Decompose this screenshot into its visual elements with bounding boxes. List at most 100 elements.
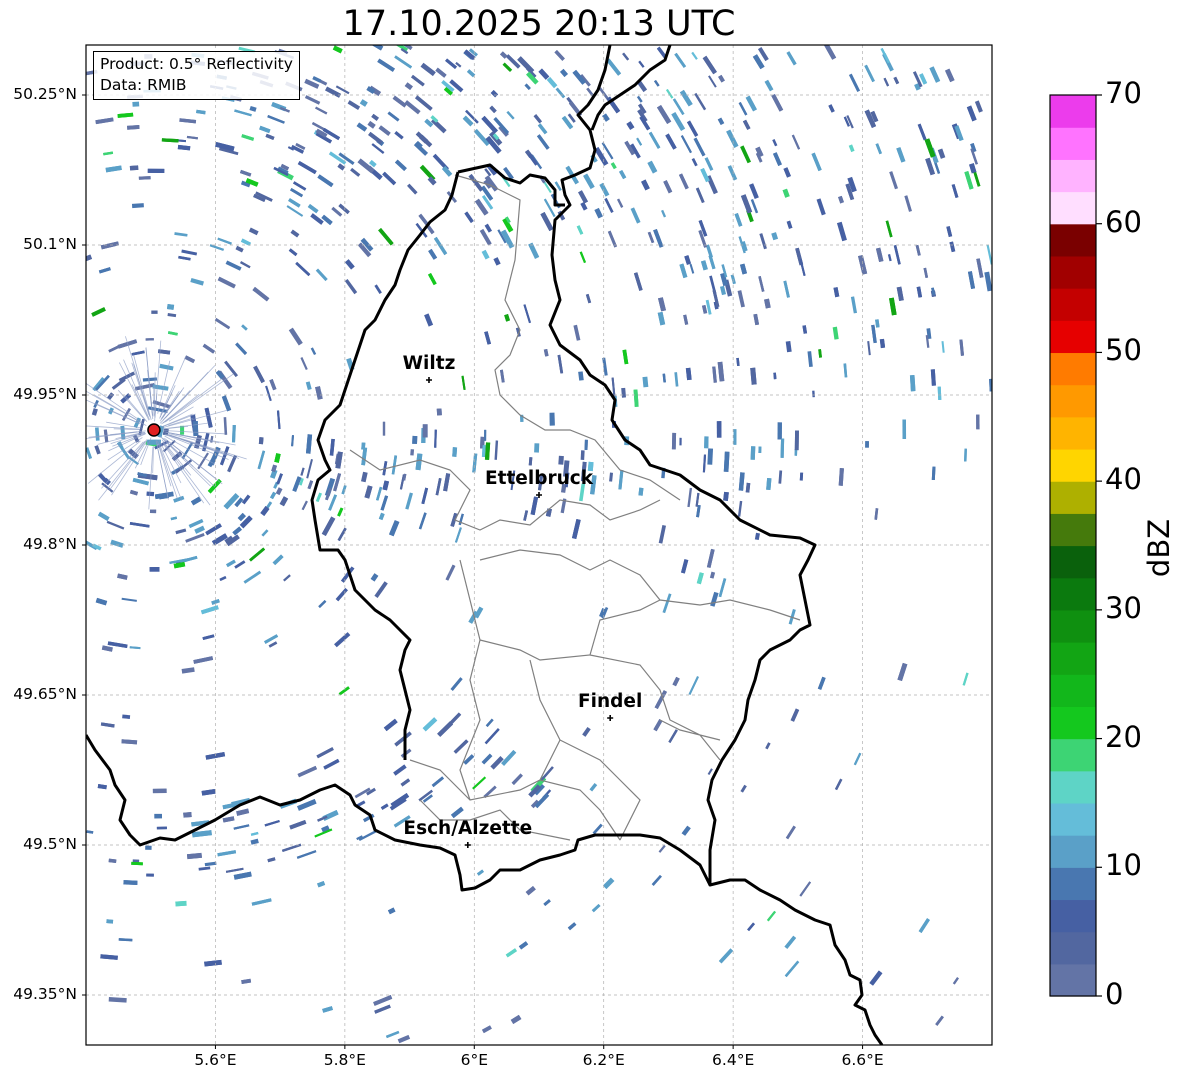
echo-cell xyxy=(658,297,666,312)
echo-cell xyxy=(361,471,368,483)
colorbar-segment xyxy=(1050,738,1096,772)
echo-cell xyxy=(780,438,785,458)
colorbar-segment xyxy=(1050,288,1096,321)
echo-cell xyxy=(101,645,113,652)
echo-cell xyxy=(771,232,779,241)
echo-cell xyxy=(192,421,199,437)
echo-cell xyxy=(181,667,195,674)
colorbar-tick-label: 0 xyxy=(1105,977,1124,1011)
colorbar-segment xyxy=(1050,223,1096,257)
colorbar-segment xyxy=(1050,674,1096,707)
city-label: Findel xyxy=(578,691,643,712)
echo-cell xyxy=(838,195,844,204)
echo-cell xyxy=(129,646,141,650)
echo-cell xyxy=(926,328,932,340)
echo-cell xyxy=(480,436,485,449)
echo-cell xyxy=(764,298,771,309)
echo-cell xyxy=(931,466,936,480)
echo-cell xyxy=(97,784,107,790)
colorbar-segment xyxy=(1050,835,1096,868)
echo-cell xyxy=(578,371,584,381)
echo-cell xyxy=(750,446,756,460)
echo-cell xyxy=(335,451,343,469)
echo-cell xyxy=(258,437,264,445)
colorbar-segment xyxy=(1050,320,1096,354)
echo-cell xyxy=(696,504,701,518)
echo-cell xyxy=(122,714,131,719)
echo-cell xyxy=(161,138,179,143)
echo-cell xyxy=(754,532,760,541)
echo-cell xyxy=(889,297,897,316)
echo-cell xyxy=(131,203,144,209)
echo-cell xyxy=(618,469,624,490)
echo-cell xyxy=(382,480,390,491)
colorbar-segment xyxy=(1050,706,1096,740)
echo-cell xyxy=(274,453,281,463)
echo-cell xyxy=(494,440,499,460)
lat-tick-label: 49.8°N xyxy=(23,535,77,553)
echo-cell xyxy=(123,880,138,886)
echo-cell xyxy=(370,573,379,582)
echo-cell xyxy=(843,363,848,378)
colorbar-segment xyxy=(1050,609,1096,643)
radar-map[interactable] xyxy=(0,0,1184,1081)
echo-cell xyxy=(499,369,505,383)
echo-cell xyxy=(404,82,413,91)
echo-cell xyxy=(118,938,133,942)
echo-cell xyxy=(106,919,114,924)
echo-cell xyxy=(249,105,257,112)
echo-cell xyxy=(121,739,138,745)
echo-cell xyxy=(887,254,892,262)
echo-cell xyxy=(94,427,100,441)
echo-cell xyxy=(276,410,281,430)
echo-cell xyxy=(750,367,757,385)
echo-cell xyxy=(930,369,936,386)
lon-tick-label: 6.6°E xyxy=(841,1051,884,1069)
echo-cell xyxy=(848,144,855,153)
echo-cell xyxy=(100,954,118,960)
echo-cell xyxy=(707,448,714,465)
echo-cell xyxy=(528,457,533,466)
echo-cell xyxy=(204,959,222,967)
product-label: Product: 0.5° Reflectivity xyxy=(100,55,293,73)
lat-tick-label: 49.35°N xyxy=(13,985,77,1003)
echo-cell xyxy=(753,313,760,326)
echo-cell xyxy=(818,349,822,358)
echo-cell xyxy=(305,434,313,454)
lon-tick-label: 5.8°E xyxy=(323,1051,366,1069)
colorbar-segment xyxy=(1050,416,1096,450)
colorbar-tick-label: 50 xyxy=(1105,333,1142,368)
echo-cell xyxy=(896,286,904,302)
echo-cell xyxy=(712,366,717,383)
colorbar-label: dBZ xyxy=(1142,518,1176,578)
echo-cell xyxy=(786,220,793,229)
data-source-label: Data: RMIB xyxy=(100,76,187,94)
colorbar-segment xyxy=(1050,802,1096,836)
echo-cell xyxy=(452,447,458,457)
echo-cell xyxy=(177,144,191,151)
echo-cell xyxy=(719,285,727,296)
echo-cell xyxy=(685,367,692,381)
echo-cell xyxy=(291,435,294,447)
echo-cell xyxy=(969,163,977,174)
echo-cell xyxy=(807,351,813,368)
echo-cell xyxy=(186,135,198,140)
echo-cell xyxy=(941,341,945,353)
echo-cell xyxy=(108,997,127,1003)
colorbar-segment xyxy=(1050,513,1096,547)
echo-cell xyxy=(364,485,373,499)
echo-cell xyxy=(782,188,790,198)
echo-cell xyxy=(159,363,174,371)
echo-cell xyxy=(129,489,139,496)
radar-site-marker[interactable] xyxy=(147,423,161,437)
echo-cell xyxy=(832,326,839,340)
echo-cell xyxy=(638,487,644,496)
echo-cell xyxy=(117,112,134,118)
colorbar-tick-label: 70 xyxy=(1105,76,1142,110)
echo-cell xyxy=(233,871,252,880)
echo-cell xyxy=(745,482,751,493)
lon-tick-label: 6.2°E xyxy=(582,1051,625,1069)
lat-tick-label: 49.65°N xyxy=(13,685,77,703)
echo-cell xyxy=(434,429,437,448)
echo-cell xyxy=(700,260,708,271)
